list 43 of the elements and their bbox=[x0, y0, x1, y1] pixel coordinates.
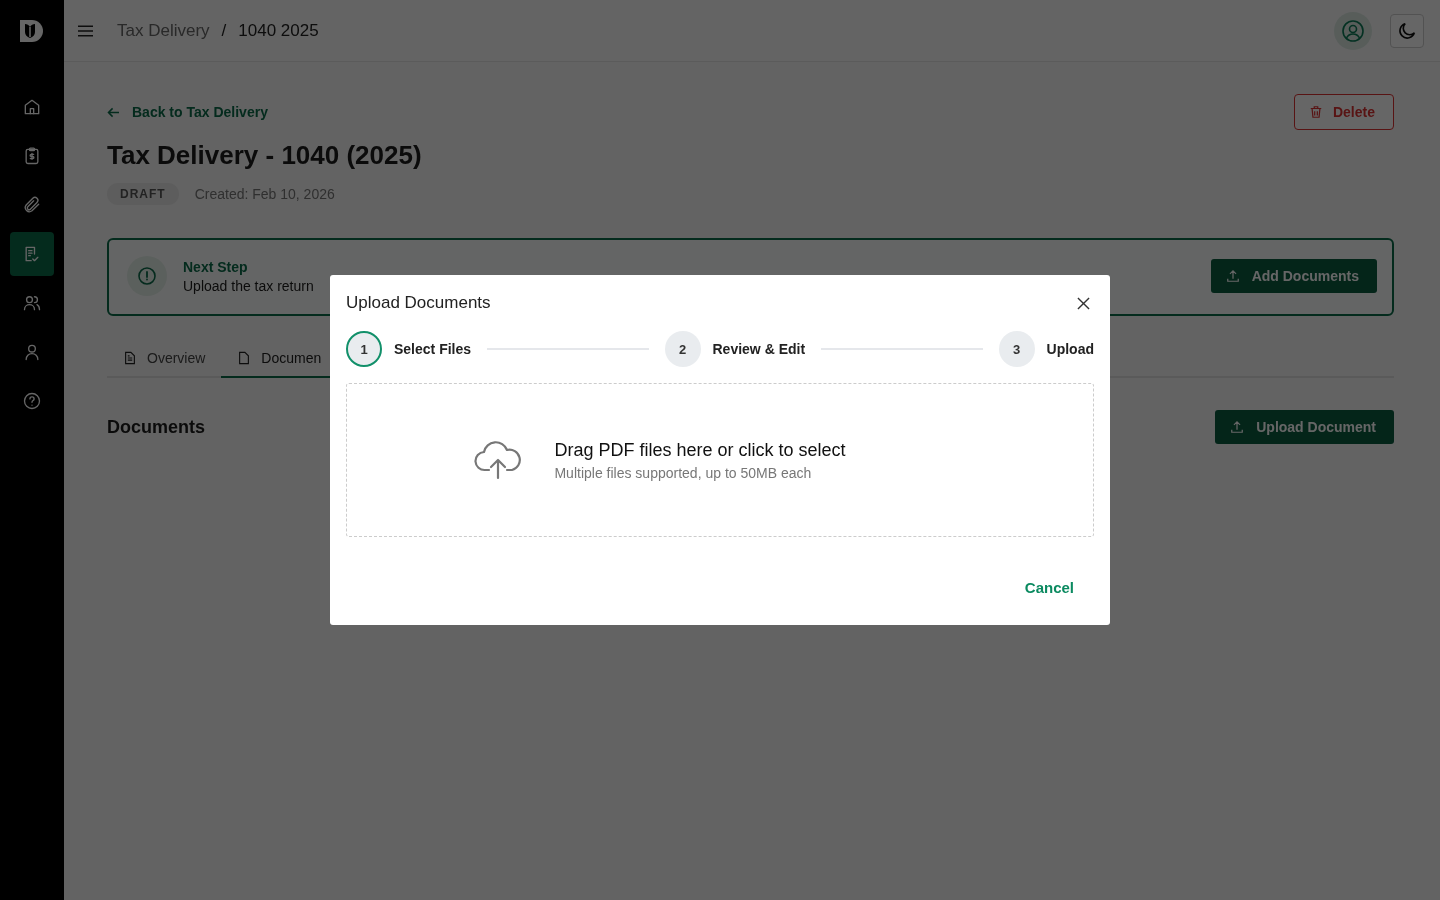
page-title: Tax Delivery - 1040 (2025) bbox=[107, 140, 423, 171]
help-icon bbox=[22, 391, 42, 411]
dropzone-title: Drag PDF files here or click to select bbox=[554, 439, 846, 461]
next-step-text: Upload the tax return bbox=[183, 277, 314, 294]
user-avatar-button[interactable] bbox=[1334, 11, 1372, 50]
arrow-left-icon bbox=[107, 106, 120, 118]
status-badge: DRAFT bbox=[107, 183, 179, 205]
upload-document-button[interactable]: Upload Document bbox=[1215, 410, 1394, 444]
document-lines-icon bbox=[123, 351, 137, 365]
step-number: 2 bbox=[664, 331, 701, 367]
step-number: 3 bbox=[998, 331, 1035, 367]
step-label: Review & Edit bbox=[712, 341, 806, 357]
trash-icon bbox=[1308, 105, 1323, 119]
logo-icon bbox=[18, 17, 46, 45]
section-title: Documents bbox=[107, 416, 205, 438]
close-icon[interactable] bbox=[1077, 296, 1090, 310]
upload-icon bbox=[1225, 269, 1240, 283]
delete-button[interactable]: Delete bbox=[1293, 94, 1394, 130]
step-number: 1 bbox=[346, 331, 382, 367]
cancel-button[interactable]: Cancel bbox=[1004, 573, 1094, 602]
breadcrumb-separator: / bbox=[221, 20, 227, 41]
document-icon bbox=[237, 351, 252, 365]
moon-icon[interactable] bbox=[1390, 13, 1424, 48]
user-circle-icon bbox=[1341, 18, 1365, 43]
file-dropzone[interactable]: Drag PDF files here or click to select Multiple files supported, up to 50MB each bbox=[346, 383, 1094, 537]
dropzone-hint: Multiple files supported, up to 50MB each bbox=[554, 464, 813, 481]
users-icon bbox=[22, 293, 42, 313]
next-step-title: Next Step bbox=[183, 258, 249, 275]
step-label: Upload bbox=[1046, 341, 1094, 357]
cloud-upload-icon bbox=[474, 440, 523, 480]
breadcrumb-item: 1040 2025 bbox=[238, 20, 319, 41]
paperclip-icon bbox=[22, 195, 42, 215]
add-documents-button[interactable]: Add Documents bbox=[1210, 259, 1377, 293]
home-icon bbox=[22, 97, 42, 117]
tab[interactable]: Overview bbox=[107, 340, 222, 378]
back-link[interactable]: Back to Tax Delivery bbox=[107, 104, 268, 120]
step-label: Select Files bbox=[394, 341, 472, 357]
alert-icon bbox=[127, 256, 167, 296]
nav-button[interactable] bbox=[10, 232, 54, 276]
breadcrumb-item[interactable]: Tax Delivery bbox=[117, 20, 210, 41]
upload-icon bbox=[1230, 420, 1245, 434]
dialog-title: Upload Documents bbox=[346, 293, 491, 313]
menu-icon[interactable] bbox=[78, 24, 93, 37]
